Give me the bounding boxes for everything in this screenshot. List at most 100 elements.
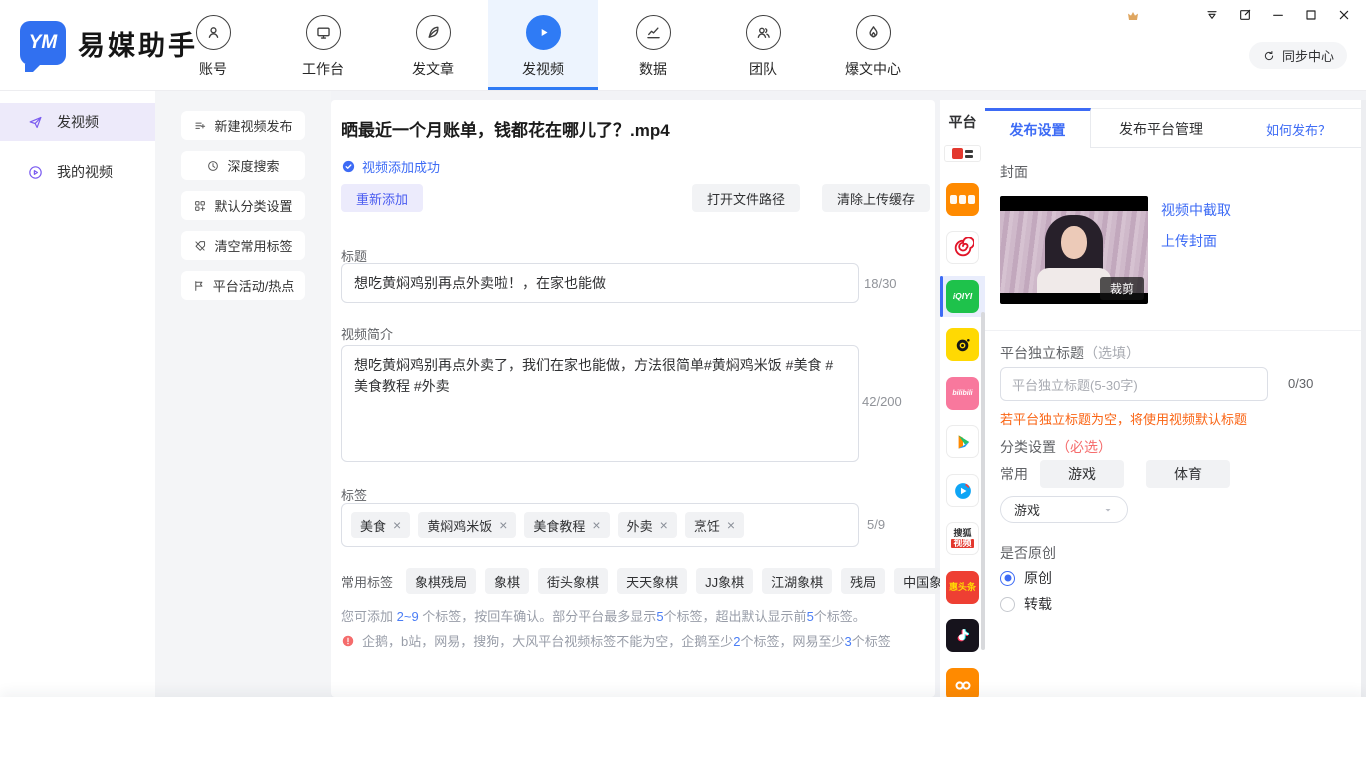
radio-original[interactable]: 原创 [1000,568,1052,588]
sync-center-button[interactable]: 同步中心 [1249,42,1347,69]
tag-chip[interactable]: 黄焖鸡米饭 × [418,512,516,538]
how-to-publish-link[interactable]: 如何发布？ [1266,120,1331,139]
tag-remove-icon[interactable]: × [727,517,735,533]
sync-center-label: 同步中心 [1282,46,1334,65]
tag-chip[interactable]: 美食 × [351,512,410,538]
tag-chip[interactable]: 美食教程× [524,512,609,538]
tool-button-tag-off[interactable]: 清空常用标签 [181,231,305,260]
nav-item-team[interactable]: 团队 [708,0,818,90]
title-input[interactable]: 想吃黄焖鸡别再点外卖啦！，在家也能做 [341,263,859,303]
cover-thumbnail[interactable]: 裁剪 [1000,196,1148,304]
platform-icon-douyin[interactable] [946,619,979,652]
category-label: 分类设置（必选） [1000,437,1112,457]
nav-item-user[interactable]: 账号 [158,0,268,90]
list-plus-icon [193,119,207,133]
team-icon [746,15,781,50]
common-tag-chip[interactable]: 街头象棋 [538,568,608,594]
capture-from-video-link[interactable]: 视频中截取 [1161,200,1231,220]
tool-button-label: 清空常用标签 [214,236,292,255]
tool-button-grid[interactable]: 默认分类设置 [181,191,305,220]
platform-icon-glasses-orange-app[interactable] [946,668,979,697]
platform-icon-record-camera-app[interactable] [946,328,979,361]
independent-title-counter: 0/30 [1288,376,1313,391]
vip-crown-icon [1124,8,1142,24]
tab-platform-manage[interactable]: 发布平台管理 [1091,109,1231,149]
tools-panel: 新建视频发布深度搜索默认分类设置清空常用标签平台活动/热点 [155,90,331,697]
upload-cover-link[interactable]: 上传封面 [1161,231,1217,251]
tag-remove-icon[interactable]: × [393,517,401,533]
tag-chip[interactable]: 烹饪 × [685,512,744,538]
common-tag-chip[interactable]: 象棋残局 [406,568,476,594]
platform-icon-kandian[interactable] [944,145,981,162]
open-file-path-button[interactable]: 打开文件路径 [692,184,800,212]
minimize-button[interactable] [1270,7,1286,23]
tags-input[interactable]: 美食×黄焖鸡米饭×美食教程×外卖×烹饪× [341,503,859,547]
maximize-button[interactable] [1303,7,1319,23]
description-textarea[interactable]: 想吃黄焖鸡别再点外卖了，我们在家也能做，方法很简单#黄焖鸡米饭 #美食 #美食教… [341,345,859,462]
nav-item-feather[interactable]: 发文章 [378,0,488,90]
nav-item-label: 发视频 [522,59,564,79]
platform-logo-text: bilibili [952,390,972,397]
category-chip[interactable]: 游戏 [1040,460,1124,488]
screenshot-icon[interactable] [1237,7,1253,23]
tag-remove-icon[interactable]: × [499,517,507,533]
tag-chip[interactable]: 外卖 × [618,512,677,538]
tag-remove-icon[interactable]: × [592,517,600,533]
tags-label: 标签 [341,485,367,504]
tool-button-clock[interactable]: 深度搜索 [181,151,305,180]
nav-item-chart[interactable]: 数据 [598,0,708,90]
platform-icon-huitoutiao[interactable]: 惠头条 [946,571,979,604]
nav-item-flame[interactable]: 爆文中心 [818,0,928,90]
original-label: 是否原创 [1000,543,1056,563]
platform-icon-iqiyi[interactable]: iQIYI [946,280,979,313]
tag-chip-label: 烹饪 [694,516,720,535]
tool-button-list-plus[interactable]: 新建视频发布 [181,111,305,140]
platform-logo-text: iQIYI [953,292,972,301]
sidebar-item-play-circle[interactable]: 我的视频 [0,153,155,191]
send-icon [27,114,44,131]
common-tag-chip[interactable]: 残局 [841,568,885,594]
crop-button[interactable]: 裁剪 [1100,277,1144,300]
radio-repost[interactable]: 转载 [1000,594,1052,614]
tab-publish-settings[interactable]: 发布设置 [985,108,1091,148]
category-common-row: 常用 游戏体育 [1000,460,1252,488]
close-button[interactable] [1336,7,1352,23]
tag-remove-icon[interactable]: × [660,517,668,533]
category-select[interactable]: 游戏 [1000,496,1128,523]
platform-selected-indicator [940,276,943,317]
category-chip[interactable]: 体育 [1146,460,1230,488]
independent-title-input[interactable]: 平台独立标题(5-30字) [1000,367,1268,401]
nav-item-label: 发文章 [412,59,454,79]
platform-icon-sohu-video[interactable]: 搜狐视频 [946,522,979,555]
nav-item-play[interactable]: 发视频 [488,0,598,90]
tray-menu-icon[interactable] [1204,7,1220,23]
tag-chip-label: 美食 [360,516,386,535]
platform-icon-orange-news-account[interactable] [946,183,979,216]
sidebar-item-label: 发视频 [57,112,99,132]
tool-button-label: 默认分类设置 [214,196,292,215]
radio-repost-circle[interactable] [1000,597,1015,612]
tag-chip-label: 外卖 [627,516,653,535]
clear-upload-cache-button[interactable]: 清除上传缓存 [822,184,930,212]
platform-icon-tencent-video[interactable] [946,425,979,458]
category-selected-value: 游戏 [1014,500,1040,519]
nav-item-monitor[interactable]: 工作台 [268,0,378,90]
tags-counter: 5/9 [867,517,885,532]
common-tag-chip[interactable]: 天天象棋 [617,568,687,594]
platform-logo-text: 惠头条 [949,583,976,592]
common-tag-chip[interactable]: 象棋 [485,568,529,594]
common-tag-chip[interactable]: 江湖象棋 [762,568,832,594]
common-tag-chip[interactable]: JJ象棋 [696,568,753,594]
hint-text: 个标签 [852,634,891,649]
re-add-button[interactable]: 重新添加 [341,184,423,212]
radio-original-circle[interactable] [1000,571,1015,586]
platform-icon-bilibili[interactable]: bilibili [946,377,979,410]
tool-button-flag[interactable]: 平台活动/热点 [181,271,305,300]
tag-chip-label: 黄焖鸡米饭 [427,516,492,535]
tags-hint: 您可添加 2~9 个标签，按回车确认。部分平台最多显示5个标签，超出默认显示前5… [341,606,866,625]
platform-icon-phoenix-dafeng[interactable] [946,231,979,264]
platform-icon-youku[interactable] [946,474,979,507]
sidebar-item-send[interactable]: 发视频 [0,103,155,141]
right-scrollbar[interactable] [1361,100,1366,697]
description-counter: 42/200 [862,394,902,409]
